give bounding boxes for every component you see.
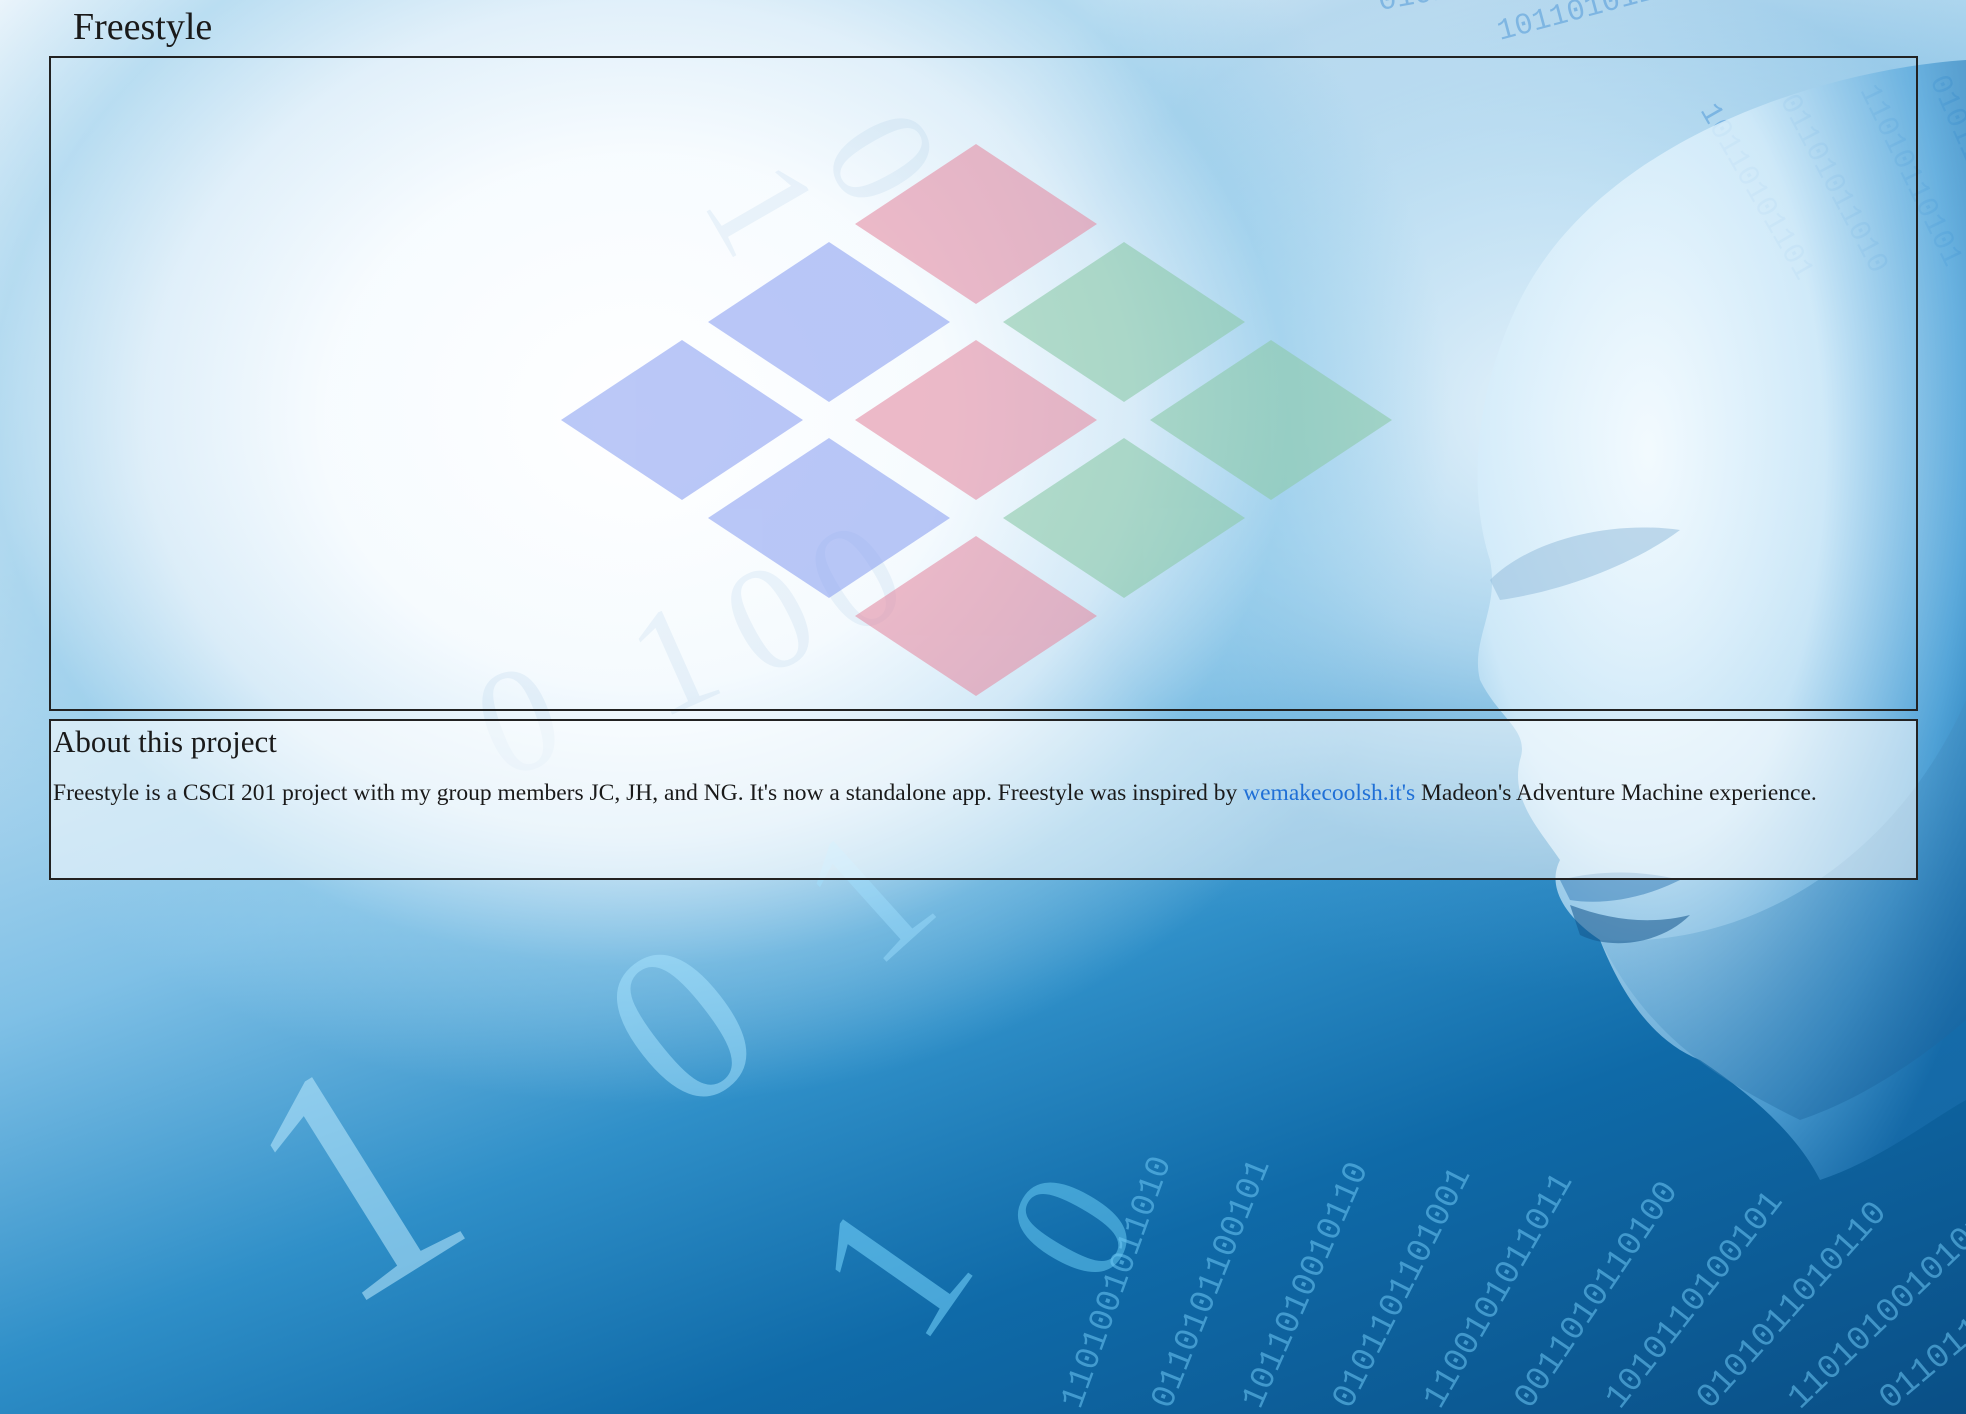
diamond-tile[interactable] bbox=[855, 536, 1097, 696]
diamond-tile[interactable] bbox=[1150, 340, 1392, 500]
about-text-outro: Madeon's Adventure Machine experience. bbox=[1415, 780, 1817, 806]
diamond-tile[interactable] bbox=[561, 340, 803, 500]
binary-digit-large: 1 bbox=[767, 1159, 1017, 1378]
about-heading: About this project bbox=[53, 724, 277, 759]
diamond-tile[interactable] bbox=[708, 438, 950, 598]
diamond-tile[interactable] bbox=[855, 340, 1097, 500]
wemakecoolsh-link[interactable]: wemakecoolsh.it's bbox=[1243, 780, 1415, 806]
binary-digit-large: 1 bbox=[187, 979, 520, 1376]
svg-text:1011010110100: 1011010110100 bbox=[1494, 0, 1729, 50]
page-title: Freestyle bbox=[73, 6, 213, 48]
diamond-tile[interactable] bbox=[855, 144, 1097, 304]
diamond-grid-logo-icon bbox=[561, 144, 1392, 696]
diamond-tile[interactable] bbox=[1003, 438, 1245, 598]
about-section: About this project Freestyle is a CSCI 2… bbox=[49, 719, 1918, 880]
about-text-intro: Freestyle is a CSCI 201 project with my … bbox=[53, 780, 1244, 806]
logo-canvas[interactable] bbox=[49, 56, 1918, 711]
binary-stream: 1101001011010 0110101100101 101101001011… bbox=[1055, 1152, 1966, 1414]
binary-digit-large: 0 bbox=[557, 888, 805, 1160]
about-text: Freestyle is a CSCI 201 project with my … bbox=[53, 773, 1913, 813]
diamond-tile[interactable] bbox=[1003, 242, 1245, 402]
diamond-tile[interactable] bbox=[708, 242, 950, 402]
